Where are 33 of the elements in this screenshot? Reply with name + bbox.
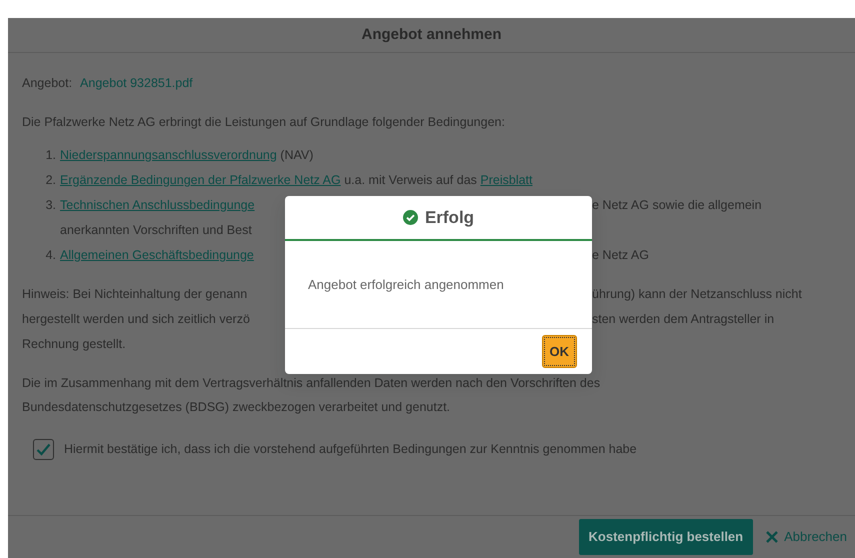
alert-message: Angebot erfolgreich angenommen xyxy=(308,277,504,292)
document-link[interactable]: Technischen Anschlussbedingunge xyxy=(60,193,255,218)
list-number: 4. xyxy=(44,247,57,264)
checkbox[interactable] xyxy=(33,439,54,460)
body-text: e Netz AG xyxy=(592,247,649,264)
body-text: u.a. mit Verweis auf das xyxy=(343,172,478,189)
ok-button[interactable]: OK xyxy=(542,334,577,368)
order-button[interactable]: Kostenpflichtig bestellen xyxy=(578,519,754,555)
checkbox-label: Hiermit bestätige ich, dass ich die vorstehend aufgeführten Bedingungen zur Kenntnis genommen habe xyxy=(64,441,637,458)
intro-text: Die Pfalzwerke Netz AG erbringt die Leistungen auf Grundlage folgender Bedingungen: xyxy=(22,114,506,131)
file-link[interactable]: Angebot 932851.pdf xyxy=(80,71,193,96)
document-link[interactable]: Preisblatt xyxy=(480,168,532,193)
check-circle-icon xyxy=(402,210,418,225)
privacy-text: Die im Zusammenhang mit dem Vertragsverhältnis anfallenden Daten werden nach den Vorschriften des Bundesdatenschutzgesetzes (BDSG) zweckbezogen verarbeitet und genutzt. xyxy=(22,375,602,416)
body-text: hergestellt werden und sich zeitlich verzö xyxy=(22,311,250,328)
document-link[interactable]: Allgemeinen Geschäftsbedingunge xyxy=(60,243,254,268)
body-text: (NAV) xyxy=(279,147,314,164)
cancel-button[interactable]: Abbrechen xyxy=(765,527,847,547)
body-text: Hinweis: Bei Nichteinhaltung der genann xyxy=(22,286,248,303)
body-text: sten werden dem Antragsteller in xyxy=(592,311,774,328)
body-text: e Netz AG sowie die allgemein xyxy=(592,197,762,214)
dialog-title: Angebot annehmen xyxy=(361,24,502,45)
body-text: Rechnung gestellt. xyxy=(22,336,126,353)
body-text: ührung) kann der Netzanschluss nicht xyxy=(592,286,802,303)
list-number: 1. xyxy=(44,147,57,164)
close-icon xyxy=(765,530,780,544)
alert-title: Erfolg xyxy=(424,206,474,229)
body-text: anerkannten Vorschriften und Best xyxy=(60,222,252,239)
offer-label: Angebot: xyxy=(22,75,72,92)
list-number: 3. xyxy=(44,197,57,214)
document-link[interactable]: Ergänzende Bedingungen der Pfalzwerke Netz AG xyxy=(60,168,341,193)
document-link[interactable]: Niederspannungsanschlussverordnung xyxy=(60,143,277,168)
list-number: 2. xyxy=(44,172,57,189)
